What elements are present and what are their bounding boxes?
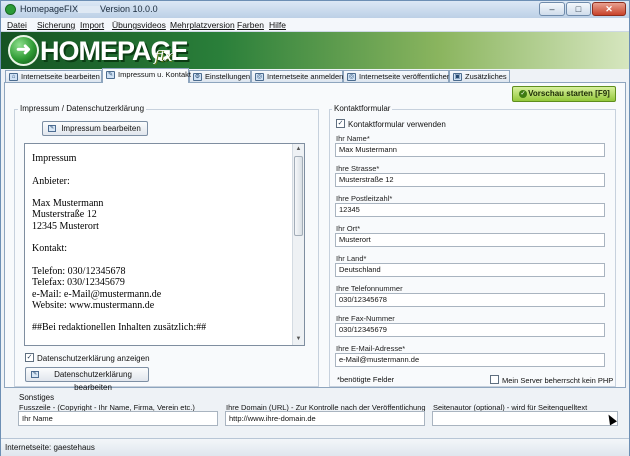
doc-line: Website: www.mustermann.de xyxy=(32,299,155,311)
ort-input[interactable]: Musterort xyxy=(335,233,605,247)
menu-import[interactable]: Import xyxy=(80,20,104,30)
doc-line: Max Mustermann xyxy=(32,198,104,210)
doc-line: ##Bei redaktionellen Inhalten zusätzlich… xyxy=(32,322,207,334)
arrow-icon: ➜ xyxy=(16,39,32,59)
strasse-input[interactable]: Musterstraße 12 xyxy=(335,173,605,187)
field-label-fax: Ihre Fax-Nummer xyxy=(336,314,395,323)
app-window: HomepageFIX Version 10.0.0 – □ ✕ Datei Si… xyxy=(0,0,630,456)
scroll-up-arrow-icon[interactable]: ▲ xyxy=(293,144,304,155)
field-label-telefon: Ihre Telefonnummer xyxy=(336,284,403,293)
doc-line: Impressum xyxy=(32,153,77,164)
home-icon: ⌂ xyxy=(9,73,18,81)
title-bar: HomepageFIX Version 10.0.0 – □ ✕ xyxy=(1,1,629,18)
no-php-checkbox[interactable] xyxy=(490,375,499,384)
preview-button-label: Vorschau starten [F9] xyxy=(528,89,610,98)
window-title-version: Version 10.0.0 xyxy=(100,4,158,14)
preview-button[interactable]: ✓ Vorschau starten [F9] xyxy=(512,86,616,102)
doc-line: Kontakt: xyxy=(32,243,67,255)
use-contact-form-checkbox[interactable]: ✓ xyxy=(336,119,345,128)
menu-farben[interactable]: Farben xyxy=(237,20,264,30)
field-label-ort: Ihr Ort* xyxy=(336,224,361,233)
tab-label: Internetseite anmelden xyxy=(267,72,344,81)
menu-bar: Datei Sicherung Import Übungsvideos Mehr… xyxy=(1,18,629,32)
image-icon: ▣ xyxy=(453,73,462,81)
field-label-name: Ihr Name* xyxy=(336,134,370,143)
footer-input[interactable]: Ihr Name xyxy=(18,411,218,426)
doc-line: 12345 Musterort xyxy=(32,220,99,232)
tab-label: Internetseite bearbeiten xyxy=(21,72,100,81)
doc-line: Telefax: 030/12345679 xyxy=(32,277,125,289)
settings-icon: ⚙ xyxy=(193,73,202,81)
name-input[interactable]: Max Mustermann xyxy=(335,143,605,157)
domain-input[interactable]: http://www.ihre-domain.de xyxy=(225,411,425,426)
doc-line: Anbieter: xyxy=(32,175,70,187)
tab-impressum-kontakt[interactable]: ✎ Impressum u. Kontakt xyxy=(102,68,191,83)
privacy-edit-button-label: Datenschutzerklärung bearbeiten xyxy=(54,370,132,392)
impressum-document-content: Impressum Anbieter: Max Mustermann Muste… xyxy=(32,153,294,334)
fax-input[interactable]: 030/12345679 xyxy=(335,323,605,337)
impressum-edit-button-label: Impressum bearbeiten xyxy=(61,124,141,133)
check-icon: ✓ xyxy=(519,90,527,98)
menu-sicherung[interactable]: Sicherung xyxy=(37,20,75,30)
tab-label: Einstellungen xyxy=(205,72,251,81)
doc-line xyxy=(32,255,294,266)
header-banner: ➜ HOMEPAGE fix xyxy=(1,32,629,69)
menu-uebungsvideos[interactable]: Übungsvideos xyxy=(112,20,166,30)
document-scrollbar[interactable]: ▲ ▼ xyxy=(292,144,304,345)
field-label-land: Ihr Land* xyxy=(336,254,367,263)
menu-datei[interactable]: Datei xyxy=(7,20,27,30)
use-contact-form-label: Kontaktformular verwenden xyxy=(348,120,446,129)
scroll-down-arrow-icon[interactable]: ▼ xyxy=(293,334,304,345)
globe-icon: ◎ xyxy=(255,73,264,81)
globe-icon: ◎ xyxy=(347,73,356,81)
impressum-document[interactable]: Impressum Anbieter: Max Mustermann Muste… xyxy=(24,143,305,346)
tab-label: Impressum u. Kontakt xyxy=(118,70,191,79)
doc-line xyxy=(32,187,294,198)
window-title-prefix: HomepageFIX xyxy=(20,4,79,14)
doc-line: Telefon: 030/12345678 xyxy=(32,265,126,277)
tab-strip: ⌂ Internetseite bearbeiten ✎ Impressum u… xyxy=(1,68,629,83)
edit-icon: ✎ xyxy=(31,371,39,378)
logo-script: fix xyxy=(154,47,173,65)
privacy-checkbox-label: Datenschutzerklärung anzeigen xyxy=(37,354,150,363)
edit-icon: ✎ xyxy=(106,71,115,79)
menu-hilfe[interactable]: Hilfe xyxy=(269,20,286,30)
required-fields-note: *benötigte Felder xyxy=(337,375,395,384)
field-label-strasse: Ihre Strasse* xyxy=(336,164,380,173)
field-label-email: Ihre E-Mail-Adresse* xyxy=(336,344,406,353)
window-title: HomepageFIX Version 10.0.0 xyxy=(20,4,158,14)
postleitzahl-input[interactable]: 12345 xyxy=(335,203,605,217)
sonstiges-title: Sonstiges xyxy=(19,393,55,402)
doc-line: e-Mail: e-Mail@mustermann.de xyxy=(32,288,162,300)
maximize-button[interactable]: □ xyxy=(566,2,591,16)
doc-line: Musterstraße 12 xyxy=(32,209,97,221)
no-php-label: Mein Server beherrscht kein PHP xyxy=(502,376,614,385)
menu-mehrplatzversion[interactable]: Mehrplatzversion xyxy=(170,20,235,30)
impressum-edit-button[interactable]: ✎ Impressum bearbeiten xyxy=(42,121,148,136)
privacy-checkbox[interactable]: ✓ xyxy=(25,353,34,362)
status-text: Internetseite: gaestehaus xyxy=(5,443,95,452)
edit-icon: ✎ xyxy=(48,125,56,132)
tab-label: Zusätzliches xyxy=(465,72,507,81)
close-button[interactable]: ✕ xyxy=(592,2,626,16)
field-label-postleitzahl: Ihre Postleitzahl* xyxy=(336,194,393,203)
contact-form-group-title: Kontaktformular xyxy=(332,104,393,113)
email-input[interactable]: e-Mail@mustermann.de xyxy=(335,353,605,367)
app-icon xyxy=(5,4,16,15)
impressum-group-title: Impressum / Datenschutzerklärung xyxy=(18,104,147,113)
telefon-input[interactable]: 030/12345678 xyxy=(335,293,605,307)
doc-line xyxy=(32,232,294,243)
privacy-edit-button[interactable]: ✎ Datenschutzerklärung bearbeiten xyxy=(25,367,149,392)
doc-line xyxy=(32,164,294,175)
scroll-thumb[interactable] xyxy=(294,156,303,236)
land-input[interactable]: Deutschland xyxy=(335,263,605,277)
status-bar: Internetseite: gaestehaus xyxy=(1,438,629,456)
doc-line xyxy=(32,311,294,322)
minimize-button[interactable]: – xyxy=(539,2,565,16)
tab-label: Internetseite veröffentlichen xyxy=(359,72,452,81)
author-input[interactable] xyxy=(432,411,618,426)
